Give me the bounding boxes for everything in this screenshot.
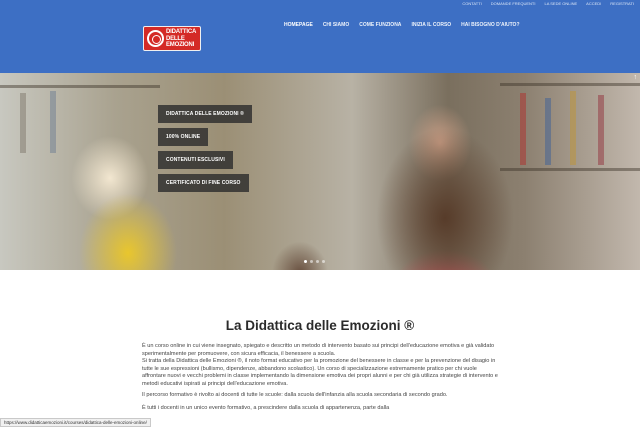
site-logo[interactable]: DIDATTICA DELLE EMOZIONI xyxy=(143,26,201,51)
logo-emblem-icon xyxy=(147,30,164,47)
topbar-link-contatti[interactable]: Contatti xyxy=(462,1,481,6)
logo-text: DIDATTICA DELLE EMOZIONI xyxy=(166,29,200,49)
nav-item-aiuto[interactable]: Hai bisogno d'aiuto? xyxy=(461,22,519,28)
shelf-decoration xyxy=(500,83,640,86)
nav-item-homepage[interactable]: Homepage xyxy=(284,22,313,28)
page: Contatti Domande frequenti La sede onlin… xyxy=(0,0,640,427)
book-decoration xyxy=(598,95,604,165)
main-content: La Didattica delle Emozioni ® È un corso… xyxy=(142,318,498,412)
logo-line-1: DIDATTICA xyxy=(166,29,197,35)
logo-line-2: DELLE xyxy=(166,35,185,42)
top-utility-nav: Contatti Domande frequenti La sede onlin… xyxy=(462,1,634,6)
logo-line-3: EMOZIONI xyxy=(166,42,195,49)
slider-dot-2[interactable] xyxy=(310,260,313,263)
slider-pagination xyxy=(304,260,325,263)
slide-tag-certificato: Certificato di fine corso xyxy=(158,174,249,192)
hero-slider[interactable]: Didattica delle Emozioni ® 100% online C… xyxy=(0,73,640,270)
truncated-paragraph: È tutti i docenti in un unico evento for… xyxy=(142,404,390,411)
nav-item-come-funziona[interactable]: Come funziona xyxy=(359,22,401,28)
nav-item-chi-siamo[interactable]: Chi siamo xyxy=(323,22,349,28)
status-url: https://www.didatticaemozioni.it/courses… xyxy=(4,420,147,425)
slider-dot-1[interactable] xyxy=(304,260,307,263)
topbar-link-accedi[interactable]: Accedi xyxy=(586,1,601,6)
slide-caption-group: Didattica delle Emozioni ® 100% online C… xyxy=(158,105,252,192)
slide-tag-didattica: Didattica delle Emozioni ® xyxy=(158,105,252,123)
page-title: La Didattica delle Emozioni ® xyxy=(225,318,415,333)
slide-tag-online: 100% online xyxy=(158,128,209,146)
slider-dot-3[interactable] xyxy=(316,260,319,263)
browser-status-bar: https://www.didatticaemozioni.it/courses… xyxy=(0,418,151,427)
book-decoration xyxy=(20,93,26,153)
topbar-link-faq[interactable]: Domande frequenti xyxy=(491,1,536,6)
book-decoration xyxy=(520,93,526,165)
shelf-decoration xyxy=(0,85,160,88)
nav-item-inizia-il-corso[interactable]: Inizia il corso xyxy=(411,22,451,28)
shelf-decoration xyxy=(500,168,640,171)
audience-paragraph: Il percorso formativo è rivolto ai docen… xyxy=(142,392,448,398)
book-decoration xyxy=(50,91,56,153)
topbar-link-registrati[interactable]: Registrati xyxy=(610,1,634,6)
topbar-link-sede-online[interactable]: La sede online xyxy=(544,1,577,6)
site-header: Contatti Domande frequenti La sede onlin… xyxy=(0,0,640,73)
slider-dot-4[interactable] xyxy=(322,260,325,263)
book-decoration xyxy=(570,91,576,165)
slide-tag-contenuti: Contenuti esclusivi xyxy=(158,151,233,169)
book-decoration xyxy=(545,98,551,165)
main-nav: Homepage Chi siamo Come funziona Inizia … xyxy=(284,22,520,28)
intro-paragraph: È un corso online in cui viene insegnato… xyxy=(142,343,495,357)
description-paragraph: Si tratta della Didattica delle Emozioni… xyxy=(142,358,498,387)
arrow-up-icon[interactable]: ↑ xyxy=(634,74,638,81)
